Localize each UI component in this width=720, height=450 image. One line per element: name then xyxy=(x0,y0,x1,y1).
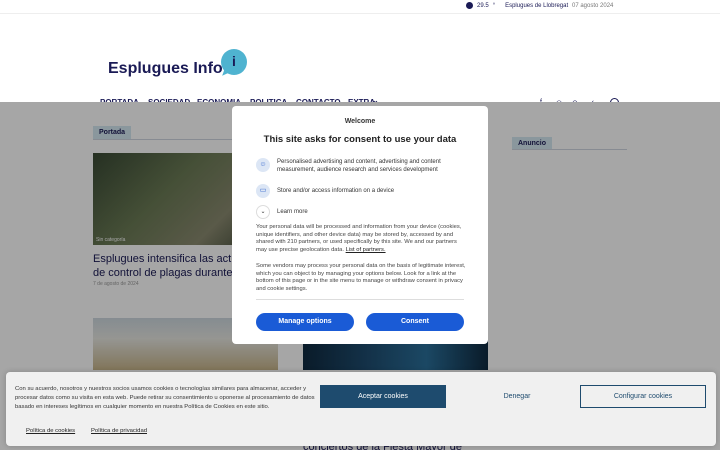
consent-button[interactable]: Consent xyxy=(366,313,464,331)
temperature-unit: ° xyxy=(492,2,496,9)
configure-cookies-button[interactable]: Configurar cookies xyxy=(580,385,706,408)
modal-paragraph-2: Some vendors may process your personal d… xyxy=(256,263,466,292)
site-header: Esplugues Info i PORTADA SOCIEDAD ECONOM… xyxy=(0,14,720,116)
partners-link[interactable]: List of partners. xyxy=(346,247,386,253)
modal-title: This site asks for consent to use your d… xyxy=(263,134,457,145)
deny-cookies-button[interactable]: Denegar xyxy=(454,385,580,408)
sun-icon xyxy=(466,2,473,9)
learn-more-label[interactable]: Learn more xyxy=(277,205,462,216)
modal-welcome: Welcome xyxy=(344,118,376,125)
privacy-policy-link[interactable]: Política de privacidad xyxy=(91,428,147,434)
person-icon: ☺ xyxy=(256,158,270,172)
purpose-text: Store and/or access information on a dev… xyxy=(277,188,395,194)
manage-options-button[interactable]: Manage options xyxy=(256,313,354,331)
purpose-text: Personalised advertising and content, ad… xyxy=(277,159,441,173)
top-bar: 29.5 ° Esplugues de Llobregat 07 agosto … xyxy=(0,0,720,14)
purpose-row-ads: ☺ Personalised advertising and content, … xyxy=(256,158,462,174)
modal-divider xyxy=(256,299,464,300)
logo-badge: i xyxy=(221,49,247,75)
cookie-banner: Con su acuerdo, nosotros y nuestros soci… xyxy=(6,372,716,446)
cookie-policy-link[interactable]: Política de cookies xyxy=(26,428,75,434)
chevron-down-icon[interactable]: ⌄ xyxy=(256,205,270,219)
modal-paragraph-1: Your personal data will be processed and… xyxy=(256,224,466,254)
device-icon: ▭ xyxy=(256,184,270,198)
consent-modal: Welcome This site asks for consent to us… xyxy=(232,106,488,344)
weather-widget: 29.5 ° Esplugues de Llobregat xyxy=(466,2,568,9)
purpose-row-storage: ▭ Store and/or access information on a d… xyxy=(256,184,462,198)
temperature: 29.5 xyxy=(477,2,489,9)
accept-cookies-button[interactable]: Aceptar cookies xyxy=(320,385,446,408)
cookie-text: Con su acuerdo, nosotros y nuestros soci… xyxy=(15,386,315,410)
location: Esplugues de Llobregat xyxy=(505,2,569,9)
learn-more-row[interactable]: ⌄ Learn more xyxy=(256,205,462,219)
top-date: 07 agosto 2024 xyxy=(572,3,614,9)
site-logo[interactable]: Esplugues Info xyxy=(108,60,223,78)
